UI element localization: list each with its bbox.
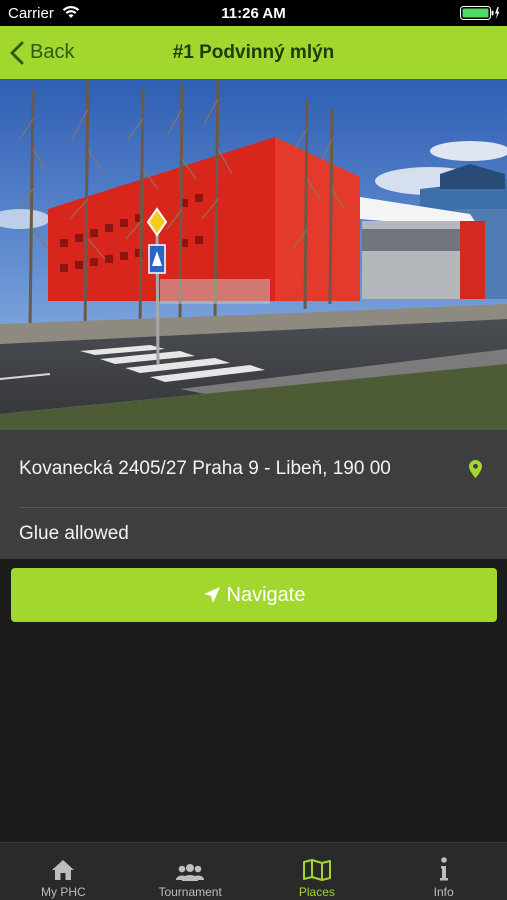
divider (19, 507, 507, 508)
map-pin-icon[interactable] (469, 460, 482, 483)
page-title: #1 Podvinný mlýn (172, 42, 335, 63)
tab-tournament[interactable]: Tournament (127, 843, 254, 900)
address-row[interactable]: Kovanecká 2405/27 Praha 9 - Libeň, 190 0… (0, 430, 507, 507)
home-icon (51, 857, 75, 881)
tab-label: Places (298, 885, 335, 899)
tab-label: My PHC (41, 885, 86, 899)
place-info-panel: Kovanecká 2405/27 Praha 9 - Libeň, 190 0… (0, 430, 507, 559)
place-photo (0, 79, 507, 430)
navigation-bar: Back #1 Podvinný mlýn (0, 26, 507, 79)
tab-bar: My PHC Tournament Places Info (0, 842, 507, 900)
clock: 11:26 AM (221, 5, 286, 22)
tab-label: Info (433, 885, 454, 899)
location-arrow-icon (203, 587, 220, 603)
map-icon (302, 857, 331, 881)
tab-info[interactable]: Info (380, 843, 507, 900)
tab-label: Tournament (158, 885, 222, 899)
navigate-label: Navigate (226, 583, 306, 606)
status-bar: Carrier 11:26 AM (0, 0, 507, 26)
address-text: Kovanecká 2405/27 Praha 9 - Libeň, 190 0… (19, 458, 391, 479)
info-icon (439, 857, 449, 881)
tab-places[interactable]: Places (254, 843, 381, 900)
navigate-button[interactable]: Navigate (11, 568, 497, 622)
glue-note: Glue allowed (19, 523, 129, 544)
group-icon (176, 857, 205, 881)
tab-my-phc[interactable]: My PHC (0, 843, 127, 900)
battery-icon (460, 6, 500, 25)
